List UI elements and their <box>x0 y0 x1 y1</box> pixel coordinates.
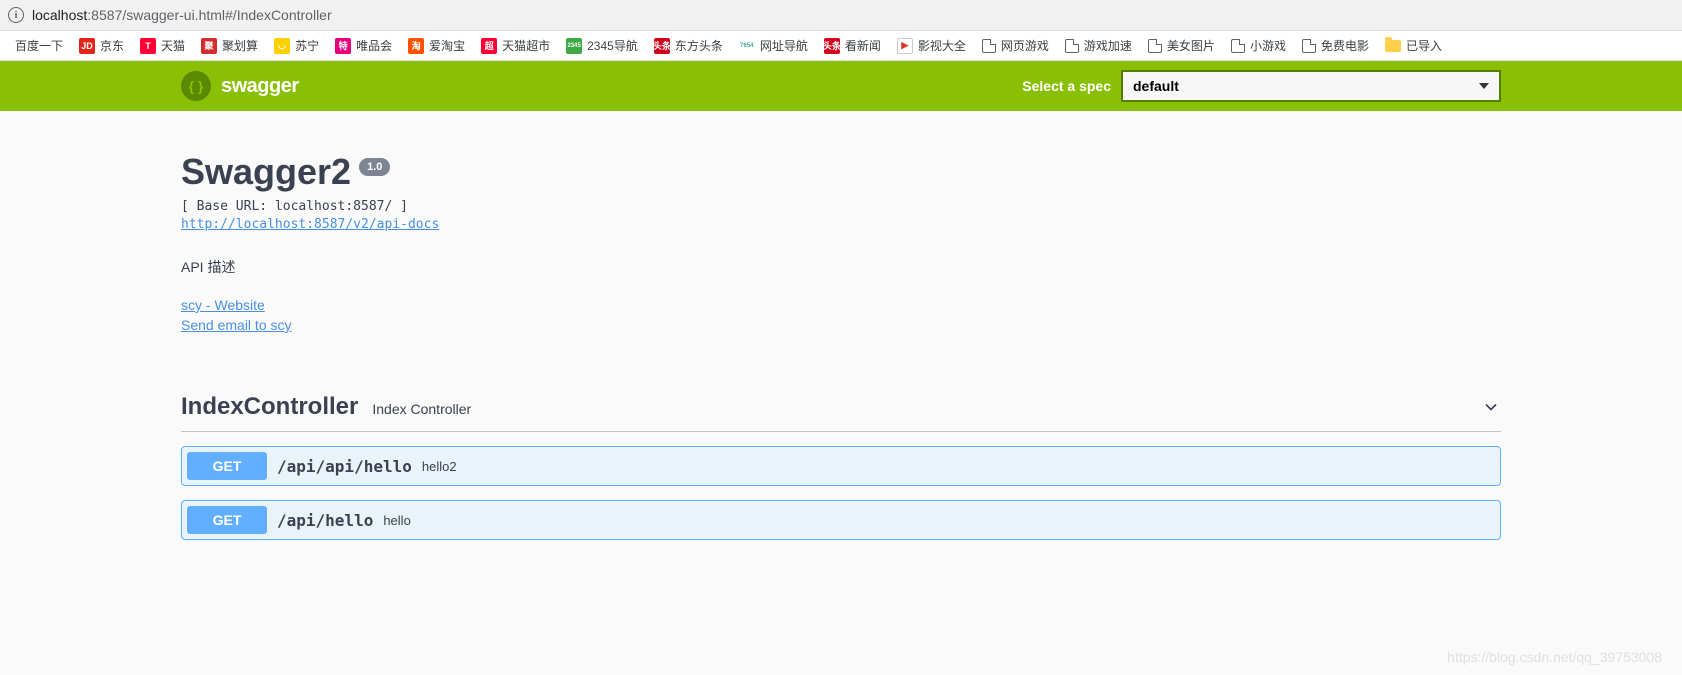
base-url: [ Base URL: localhost:8587/ ] <box>181 199 1501 214</box>
page-icon <box>1302 39 1316 53</box>
bookmark-item[interactable]: 美女图片 <box>1143 35 1220 56</box>
bookmark-label: 天猫超市 <box>502 37 550 54</box>
bookmark-label: 2345导航 <box>587 37 638 54</box>
bookmark-label: 游戏加速 <box>1084 37 1132 54</box>
bookmark-item[interactable]: 超天猫超市 <box>476 35 555 56</box>
api-title: Swagger2 <box>181 151 351 193</box>
bookmark-item[interactable]: ◡ 苏宁 <box>269 35 324 56</box>
operation-description: hello2 <box>422 459 457 474</box>
bookmark-item[interactable]: 头条东方头条 <box>649 35 728 56</box>
bookmark-item[interactable]: 百度一下 <box>10 35 68 56</box>
operation-block[interactable]: GET /api/api/hello hello2 <box>181 446 1501 486</box>
bookmark-favicon: 淘 <box>408 38 424 54</box>
page-icon <box>1148 39 1162 53</box>
url-path: /swagger-ui.html#/IndexController <box>122 7 331 23</box>
bookmark-label: 影视大全 <box>918 37 966 54</box>
main-content: Swagger2 1.0 [ Base URL: localhost:8587/… <box>181 111 1501 580</box>
bookmark-label: 唯品会 <box>356 37 392 54</box>
bookmark-item[interactable]: ▶ 影视大全 <box>892 35 971 56</box>
bookmark-item[interactable]: 游戏加速 <box>1060 35 1137 56</box>
bookmark-label: 天猫 <box>161 37 185 54</box>
swagger-logo-icon: { } <box>181 71 211 101</box>
bookmark-label: 聚划算 <box>222 37 258 54</box>
page-icon <box>982 39 996 53</box>
bookmark-favicon: 2345 <box>566 38 582 54</box>
watermark: https://blog.csdn.net/qq_39753008 <box>1447 649 1662 665</box>
url-host: localhost <box>32 7 87 23</box>
bookmark-label: 京东 <box>100 37 124 54</box>
bookmark-item[interactable]: T 天猫 <box>135 35 190 56</box>
bookmark-item[interactable]: JD 京东 <box>74 35 129 56</box>
api-docs-link[interactable]: http://localhost:8587/v2/api-docs <box>181 217 439 232</box>
spec-label: Select a spec <box>1022 78 1111 94</box>
operation-path: /api/hello <box>277 511 373 530</box>
bookmark-item[interactable]: 聚聚划算 <box>196 35 263 56</box>
swagger-logo[interactable]: { } swagger <box>181 71 299 101</box>
page-icon <box>1065 39 1079 53</box>
bookmark-item[interactable]: 7654 网址导航 <box>734 35 813 56</box>
site-info-icon[interactable]: i <box>8 7 24 23</box>
bookmark-label: 百度一下 <box>15 37 63 54</box>
swagger-logo-text: swagger <box>221 75 299 98</box>
browser-address-bar: i localhost:8587/swagger-ui.html#/IndexC… <box>0 0 1682 31</box>
bookmark-item[interactable]: 2345 2345导航 <box>561 35 643 56</box>
bookmark-label: 看新闻 <box>845 37 881 54</box>
bookmark-favicon: 特 <box>335 38 351 54</box>
bookmark-favicon: 聚 <box>201 38 217 54</box>
bookmark-item[interactable]: 免费电影 <box>1297 35 1374 56</box>
http-method-badge: GET <box>187 452 267 480</box>
bookmark-label: 网页游戏 <box>1001 37 1049 54</box>
version-badge: 1.0 <box>359 158 390 176</box>
bookmark-label: 苏宁 <box>295 37 319 54</box>
bookmark-item[interactable]: 小游戏 <box>1226 35 1291 56</box>
bookmark-item[interactable]: 淘爱淘宝 <box>403 35 470 56</box>
operation-summary[interactable]: GET /api/api/hello hello2 <box>182 447 1500 485</box>
bookmark-label: 小游戏 <box>1250 37 1286 54</box>
bookmark-favicon: 7654 <box>739 38 755 54</box>
tag-header[interactable]: IndexController Index Controller <box>181 383 1501 432</box>
operation-path: /api/api/hello <box>277 457 412 476</box>
bookmark-favicon: ◡ <box>274 38 290 54</box>
operation-block[interactable]: GET /api/hello hello <box>181 500 1501 540</box>
bookmark-label: 东方头条 <box>675 37 723 54</box>
url-text[interactable]: localhost:8587/swagger-ui.html#/IndexCon… <box>32 7 332 23</box>
bookmark-item[interactable]: 已导入 <box>1380 35 1447 56</box>
operation-description: hello <box>383 513 410 528</box>
spec-select[interactable]: default <box>1121 70 1501 102</box>
bookmark-label: 已导入 <box>1406 37 1442 54</box>
bookmark-label: 美女图片 <box>1167 37 1215 54</box>
bookmark-favicon: JD <box>79 38 95 54</box>
bookmark-item[interactable]: 特唯品会 <box>330 35 397 56</box>
bookmark-favicon: 头条 <box>824 38 840 54</box>
operation-summary[interactable]: GET /api/hello hello <box>182 501 1500 539</box>
bookmark-favicon: ▶ <box>897 38 913 54</box>
chevron-down-icon <box>1481 397 1501 417</box>
http-method-badge: GET <box>187 506 267 534</box>
contact-website-link[interactable]: scy - Website <box>181 297 1501 313</box>
url-port: :8587 <box>87 7 122 23</box>
bookmark-item[interactable]: 头条看新闻 <box>819 35 886 56</box>
folder-icon <box>1385 40 1401 52</box>
bookmark-favicon: 超 <box>481 38 497 54</box>
bookmark-favicon: 头条 <box>654 38 670 54</box>
tag-name: IndexController <box>181 393 358 421</box>
bookmark-favicon: T <box>140 38 156 54</box>
bookmark-label: 爱淘宝 <box>429 37 465 54</box>
page-icon <box>1231 39 1245 53</box>
contact-email-link[interactable]: Send email to scy <box>181 317 1501 333</box>
tag-description: Index Controller <box>372 401 471 417</box>
swagger-topbar: { } swagger Select a spec default <box>0 61 1682 111</box>
bookmark-item[interactable]: 网页游戏 <box>977 35 1054 56</box>
bookmarks-bar: 百度一下 JD 京东 T 天猫聚聚划算 ◡ 苏宁特唯品会淘爱淘宝超天猫超市 2345 2345导… <box>0 31 1682 61</box>
bookmark-label: 免费电影 <box>1321 37 1369 54</box>
spec-selector: Select a spec default <box>1022 70 1501 102</box>
bookmark-label: 网址导航 <box>760 37 808 54</box>
api-description: API 描述 <box>181 257 1501 277</box>
tag-section: IndexController Index Controller GET /ap… <box>181 383 1501 540</box>
